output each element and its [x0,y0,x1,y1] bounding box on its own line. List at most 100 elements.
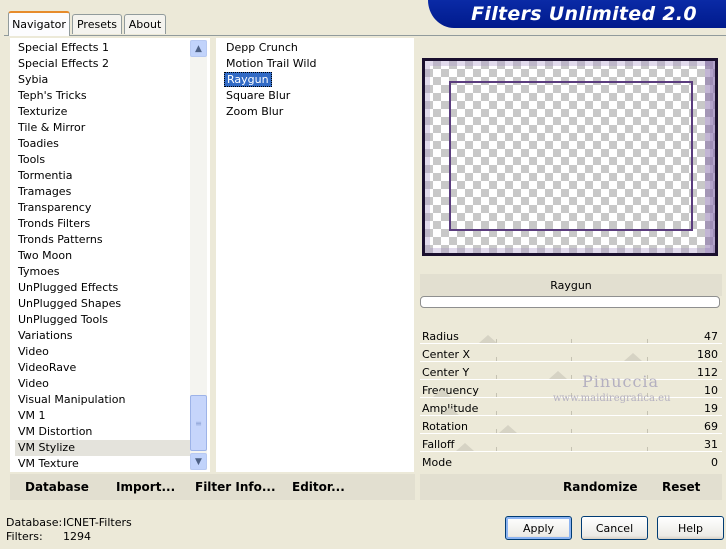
param-value: 0 [711,456,718,469]
slider-thumb[interactable] [624,353,642,361]
preview-image [422,58,718,256]
slider-track[interactable] [420,343,722,344]
scroll-down-button[interactable]: ▼ [190,453,207,470]
randomize-button[interactable]: Randomize [563,480,637,494]
slider-track[interactable] [420,361,722,362]
slider-tick [646,411,648,415]
category-item[interactable]: Tile & Mirror [15,120,191,136]
app-title: Filters Unlimited 2.0 [471,3,697,25]
category-item[interactable]: UnPlugged Shapes [15,296,191,312]
slider-thumb[interactable] [455,443,474,451]
category-item[interactable]: Transparency [15,200,191,216]
filter-item-label: Square Blur [226,89,291,102]
category-item[interactable]: Video [15,376,191,392]
category-item[interactable]: Visual Manipulation [15,392,191,408]
category-item[interactable]: VM Distortion [15,424,191,440]
param-row[interactable]: Falloff 31 [420,436,722,454]
category-item[interactable]: Toadies [15,136,191,152]
right-toolbar: Randomize Reset [420,474,722,500]
category-item[interactable]: Variations [15,328,191,344]
category-item[interactable]: UnPlugged Effects [15,280,191,296]
status-filters-label: Filters: [6,530,43,543]
slider-track[interactable] [420,451,722,452]
slider-tick [571,429,572,433]
category-item[interactable]: Tramages [15,184,191,200]
param-row[interactable]: Mode 0 [420,454,722,472]
category-item[interactable]: Tymoes [15,264,191,280]
filter-item[interactable]: Square Blur [223,88,403,104]
tab-about[interactable]: About [124,14,166,34]
tab-navigator[interactable]: Navigator [8,11,70,36]
preview-inner-frame [449,81,693,231]
category-item[interactable]: Tormentia [15,168,191,184]
tab-presets[interactable]: Presets [72,14,122,34]
category-item[interactable]: Special Effects 1 [15,40,191,56]
category-item[interactable]: VM Texture [15,456,191,472]
filter-item[interactable]: Zoom Blur [223,104,403,120]
reset-button[interactable]: Reset [662,480,700,494]
tab-presets-label: Presets [76,18,118,31]
slider-track[interactable] [420,433,722,434]
category-item[interactable]: Tronds Filters [15,216,191,232]
category-item[interactable]: Video [15,344,191,360]
slider-track[interactable] [420,379,722,380]
category-scrollbar[interactable]: ▲ ≡ ▼ [190,40,207,470]
status-filters: Filters: 1294 [6,530,91,543]
category-item[interactable]: Texturize [15,104,191,120]
filter-info-button[interactable]: Filter Info... [195,480,276,494]
slider-tick [646,429,648,433]
slider-thumb[interactable] [479,335,497,343]
slider-tick [495,393,497,397]
param-row[interactable]: Rotation 69 [420,418,722,436]
category-item[interactable]: VideoRave [15,360,191,376]
category-item[interactable]: Tools [15,152,191,168]
param-row[interactable]: Center X 180 [420,346,722,364]
slider-tick [495,447,497,451]
slider-tick [495,375,497,379]
category-item[interactable]: Teph's Tricks [15,88,191,104]
slider-tick [571,339,572,343]
category-item[interactable]: UnPlugged Tools [15,312,191,328]
category-item[interactable]: VM Stylize [15,440,191,456]
filter-item-label: Motion Trail Wild [226,57,317,70]
status-database-value: ICNET-Filters [63,516,132,529]
param-value: 31 [704,438,718,451]
slider-track[interactable] [420,415,722,416]
watermark-name: Pinuccia [582,372,660,391]
slider-thumb[interactable] [548,371,567,379]
cancel-button[interactable]: Cancel [581,516,648,540]
filter-item[interactable]: Motion Trail Wild [223,56,403,72]
slider-tick [571,447,572,451]
slider-thumb[interactable] [441,407,460,415]
apply-button[interactable]: Apply [505,516,572,540]
category-item[interactable]: VM 1 [15,408,191,424]
import-button[interactable]: Import... [116,480,175,494]
param-value: 69 [704,420,718,433]
filter-item-label: Depp Crunch [226,41,298,54]
database-button[interactable]: Database [25,480,89,494]
filter-item[interactable]: Raygun [223,72,403,88]
category-item[interactable]: Special Effects 2 [15,56,191,72]
param-row[interactable]: Center Y 112 [420,364,722,382]
slider-thumb[interactable] [432,389,451,397]
filter-item-label: Zoom Blur [226,105,284,118]
filter-item-label: Raygun [224,72,272,87]
slider-tick [571,411,572,415]
category-item[interactable]: Tronds Patterns [15,232,191,248]
slider-tick [495,357,497,361]
slider-tick [571,357,572,361]
category-item[interactable]: Sybia [15,72,191,88]
scroll-thumb[interactable]: ≡ [190,395,207,451]
scroll-up-button[interactable]: ▲ [190,40,207,57]
help-button[interactable]: Help [657,516,724,540]
slider-tick [571,375,572,379]
category-item[interactable]: Two Moon [15,248,191,264]
param-row[interactable]: Radius 47 [420,328,722,346]
param-label: Rotation [422,420,469,433]
help-button-label: Help [677,521,704,535]
param-label: Falloff [422,438,455,451]
slider-thumb[interactable] [499,425,518,433]
filter-item[interactable]: Depp Crunch [223,40,403,56]
editor-button[interactable]: Editor... [292,480,345,494]
param-value: 112 [697,366,718,379]
